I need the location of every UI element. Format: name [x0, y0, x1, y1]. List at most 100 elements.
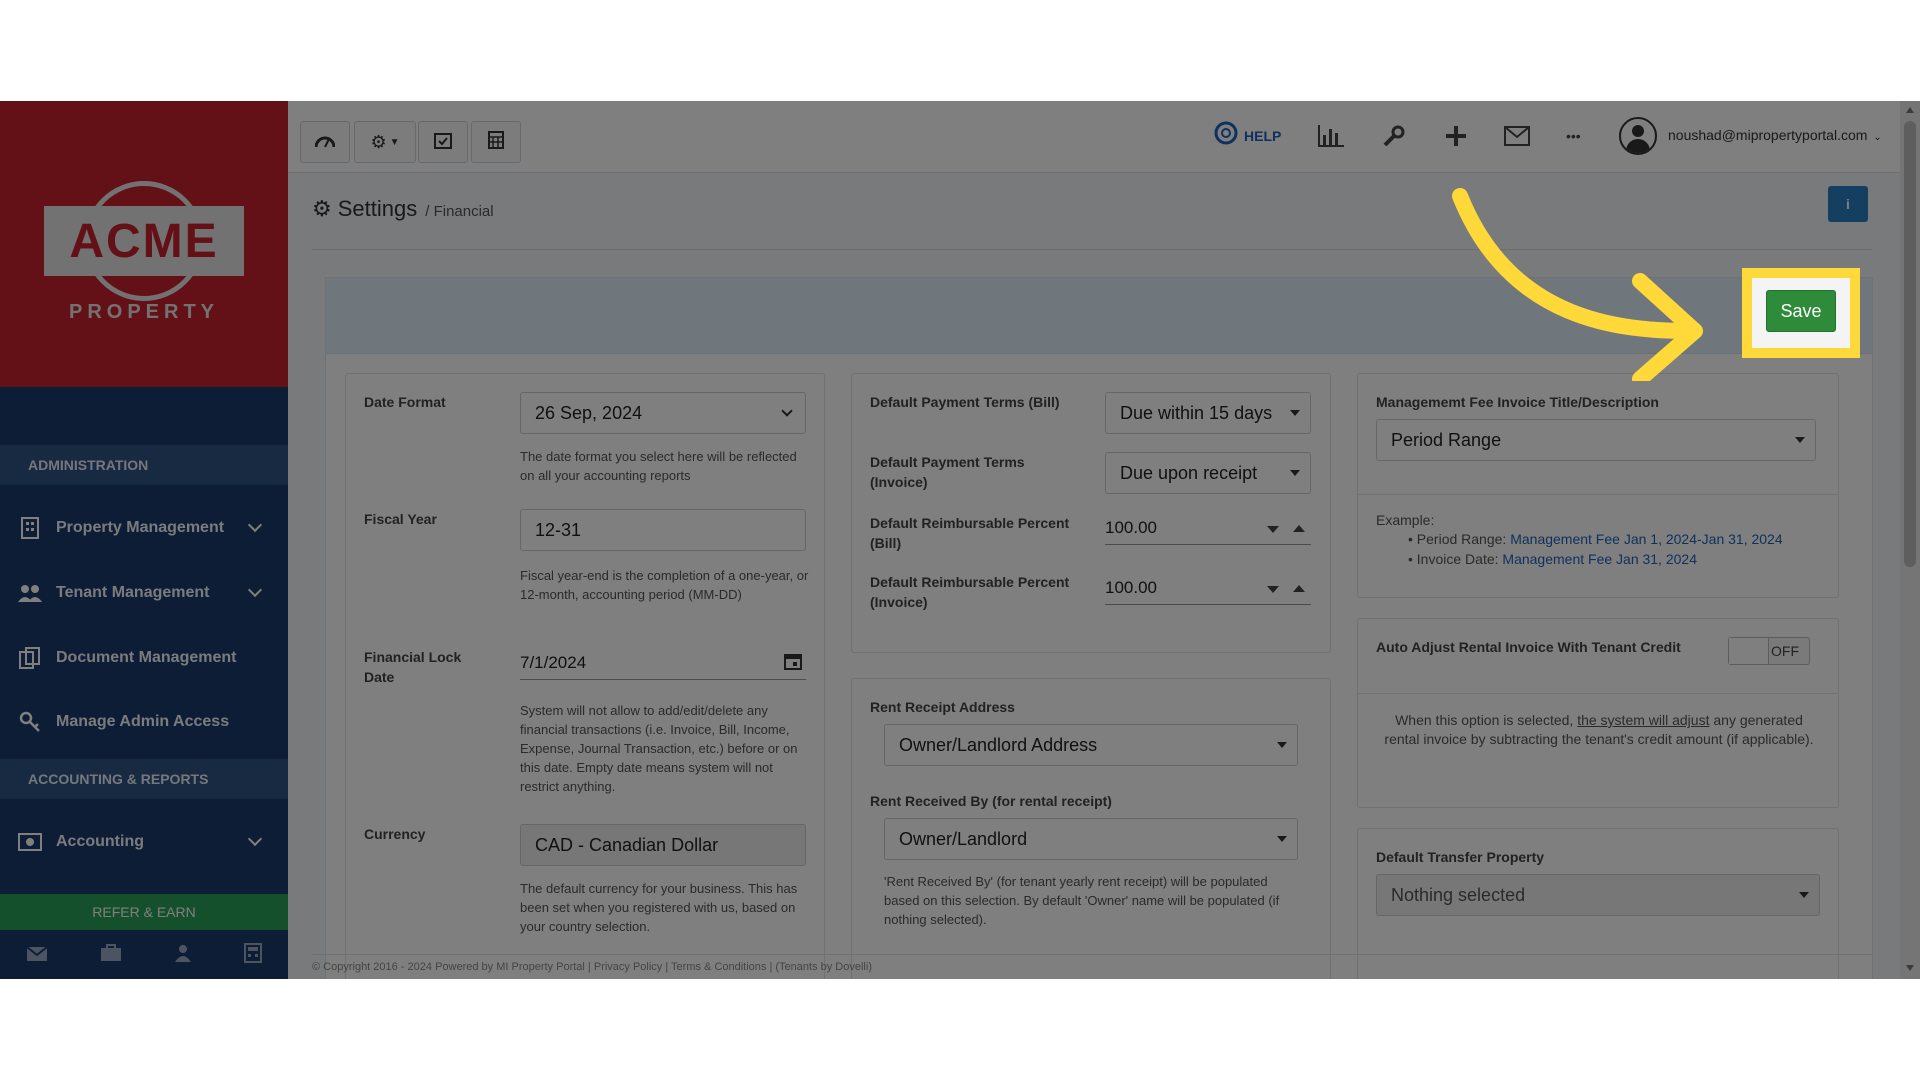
arrow-annotation	[1452, 188, 1703, 381]
scrollbar[interactable]	[1900, 101, 1920, 979]
user-icon[interactable]	[174, 944, 192, 968]
fiscal-year-input[interactable]: 12-31	[520, 509, 806, 551]
wrench-icon[interactable]	[1382, 121, 1406, 151]
example-item: • Invoice Date: Management Fee Jan 31, 2…	[1408, 551, 1697, 567]
currency-label: Currency	[364, 826, 426, 842]
receipt-address-select[interactable]: Owner/Landlord Address	[884, 724, 1298, 766]
dashboard-button[interactable]	[300, 121, 350, 163]
building-icon	[18, 517, 42, 539]
fee-title-value: Period Range	[1391, 430, 1502, 450]
auto-adjust-label: Auto Adjust Rental Invoice With Tenant C…	[1376, 639, 1681, 655]
settings-dropdown-button[interactable]: ⚙ ▼	[354, 121, 416, 163]
caret-down-icon	[1277, 836, 1287, 842]
reimb-invoice-label: Default Reimbursable Percent (Invoice)	[870, 574, 1070, 610]
currency-help: The default currency for your business. …	[520, 881, 798, 934]
app-frame: ACME PROPERTY ADMINISTRATION Property Ma…	[0, 101, 1920, 979]
calendar-icon[interactable]	[784, 650, 802, 680]
page-subtitle: / Financial	[425, 203, 494, 220]
fiscal-year-help: Fiscal year-end is the completion of a o…	[520, 568, 809, 602]
help-link[interactable]: the system will adjust	[1577, 712, 1709, 728]
transfer-label: Default Transfer Property	[1376, 849, 1545, 865]
sidebar-item-document-management[interactable]: Document Management	[0, 632, 288, 684]
toggle-state: OFF	[1771, 643, 1799, 659]
scroll-thumb[interactable]	[1904, 121, 1916, 567]
user-email-menu[interactable]: noushad@mipropertyportal.com ⌄	[1668, 127, 1882, 143]
logo[interactable]: ACME PROPERTY	[0, 101, 288, 387]
reimb-invoice-input[interactable]: 100.00	[1105, 573, 1311, 605]
reimb-bill-label: Default Reimbursable Percent (Bill)	[870, 515, 1070, 551]
example-item: • Period Range: Management Fee Jan 1, 20…	[1408, 531, 1783, 547]
receipt-address-value: Owner/Landlord Address	[899, 735, 1098, 755]
scroll-up-icon[interactable]	[1906, 107, 1914, 113]
mail-icon[interactable]	[26, 945, 48, 968]
sidebar-bottom-toolbar	[0, 936, 288, 976]
calculator-icon	[488, 130, 504, 154]
caret-down-icon	[1290, 470, 1300, 476]
scroll-down-icon[interactable]	[1906, 965, 1914, 971]
lock-date-input[interactable]: 7/1/2024	[520, 648, 806, 680]
transfer-select[interactable]: Nothing selected	[1376, 874, 1820, 916]
lock-date-label: Financial Lock Date	[364, 649, 462, 685]
sidebar-item-label: Property Management	[56, 519, 225, 536]
briefcase-icon[interactable]	[100, 944, 122, 968]
lock-date-value: 7/1/2024	[520, 653, 587, 672]
chevron-down-icon	[247, 582, 263, 598]
terms-invoice-label: Default Payment Terms (Invoice)	[870, 454, 1025, 490]
chevron-down-icon	[247, 517, 263, 533]
lock-date-help: System will not allow to add/edit/delete…	[520, 703, 798, 794]
reimb-bill-input[interactable]: 100.00	[1105, 513, 1311, 545]
users-icon	[18, 582, 42, 604]
date-format-select[interactable]: 26 Sep, 2024	[520, 392, 806, 434]
sidebar-item-manage-admin-access[interactable]: Manage Admin Access	[0, 696, 288, 748]
logo-text: ACME	[69, 214, 219, 268]
section-administration: ADMINISTRATION	[0, 445, 288, 485]
chevron-down-icon	[781, 405, 793, 417]
fiscal-year-value: 12-31	[535, 520, 582, 540]
info-button[interactable]: i	[1828, 186, 1868, 222]
more-icon[interactable]: •••	[1566, 121, 1581, 151]
sidebar-item-property-management[interactable]: Property Management	[0, 502, 288, 554]
calendar-check-button[interactable]	[418, 121, 468, 163]
calculator-icon[interactable]	[244, 943, 262, 969]
gear-icon: ⚙	[370, 131, 387, 152]
decrement-icon[interactable]	[1267, 526, 1279, 533]
fiscal-year-label: Fiscal Year	[364, 511, 437, 527]
top-navbar: ⚙ ▼ HELP ••• noushad@mipropertyportal.co…	[288, 101, 1920, 173]
auto-adjust-card: Auto Adjust Rental Invoice With Tenant C…	[1357, 618, 1839, 808]
refer-earn-button[interactable]: REFER & EARN	[0, 894, 288, 930]
transfer-value: Nothing selected	[1391, 885, 1526, 905]
receipt-address-label: Rent Receipt Address	[870, 699, 1015, 715]
plus-icon[interactable]	[1445, 121, 1467, 151]
terms-invoice-value: Due upon receipt	[1120, 463, 1258, 483]
terms-bill-value: Due within 15 days	[1120, 403, 1273, 423]
avatar[interactable]	[1619, 117, 1657, 155]
help-button[interactable]: HELP	[1214, 121, 1281, 151]
increment-icon[interactable]	[1293, 525, 1305, 532]
breadcrumb: ⚙ Settings / Financial	[312, 196, 494, 222]
caret-down-icon: ▼	[389, 136, 400, 148]
sidebar-item-tenant-management[interactable]: Tenant Management	[0, 567, 288, 619]
received-by-label: Rent Received By (for rental receipt)	[870, 793, 1112, 809]
example-key: Period Range:	[1416, 531, 1511, 547]
bar-chart-icon[interactable]	[1318, 121, 1344, 151]
terms-invoice-select[interactable]: Due upon receipt	[1105, 452, 1311, 494]
auto-adjust-toggle[interactable]: OFF	[1728, 637, 1810, 665]
chevron-down-icon	[247, 831, 263, 847]
envelope-icon[interactable]	[1504, 121, 1530, 151]
terms-bill-select[interactable]: Due within 15 days	[1105, 392, 1311, 434]
caret-down-icon	[1277, 742, 1287, 748]
date-format-value: 26 Sep, 2024	[535, 403, 643, 423]
section-accounting-reports: ACCOUNTING & REPORTS	[0, 759, 288, 799]
sidebar-item-label: Accounting	[56, 833, 144, 850]
received-by-select[interactable]: Owner/Landlord	[884, 818, 1298, 860]
calculator-button[interactable]	[471, 121, 521, 163]
decrement-icon[interactable]	[1267, 586, 1279, 593]
save-button[interactable]: Save	[1766, 290, 1836, 332]
page-title: Settings	[337, 196, 418, 221]
date-format-help: The date format you select here will be …	[520, 449, 797, 483]
payment-terms-card: Default Payment Terms (Bill) Due within …	[851, 373, 1331, 653]
sidebar-item-accounting[interactable]: Accounting	[0, 816, 288, 868]
example-value: Management Fee Jan 1, 2024-Jan 31, 2024	[1510, 531, 1783, 547]
increment-icon[interactable]	[1293, 585, 1305, 592]
fee-title-select[interactable]: Period Range	[1376, 419, 1816, 461]
